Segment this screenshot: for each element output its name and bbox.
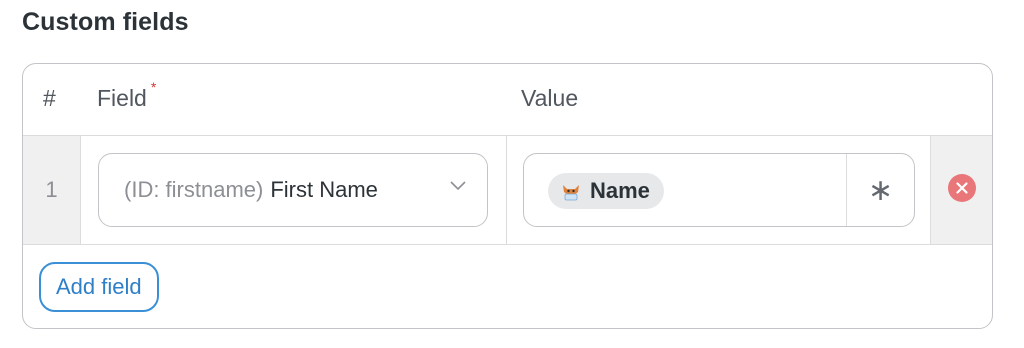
field-name-label: First Name <box>270 177 378 202</box>
chevron-down-icon <box>450 181 466 191</box>
section-title: Custom fields <box>22 8 189 36</box>
remove-row-button[interactable] <box>948 174 976 202</box>
table-header: # Field * Value <box>23 64 992 136</box>
value-cell: Name ∗ <box>507 136 931 244</box>
add-field-button[interactable]: Add field <box>39 262 159 312</box>
table-row: 1 (ID: firstname) First Name Name ∗ <box>23 136 992 245</box>
required-asterisk: * <box>150 79 157 95</box>
smart-tag-label: Name <box>590 178 650 203</box>
header-number: # <box>43 85 56 111</box>
value-input[interactable]: Name ∗ <box>523 153 915 227</box>
field-select[interactable]: (ID: firstname) First Name <box>98 153 488 227</box>
smart-tag-button[interactable]: ∗ <box>846 154 914 226</box>
field-cell: (ID: firstname) First Name <box>81 136 507 244</box>
field-id-label: (ID: firstname) <box>124 177 264 202</box>
header-value: Value <box>521 85 579 111</box>
row-number: 1 <box>23 136 81 244</box>
remove-cell <box>931 136 992 244</box>
close-icon <box>956 182 968 194</box>
custom-fields-table: # Field * Value 1 (ID: firstname) First N… <box>22 63 993 329</box>
header-field: Field * <box>97 79 156 112</box>
header-field-label: Field <box>97 85 147 111</box>
fox-mascot-icon <box>563 185 579 201</box>
smart-tag-name[interactable]: Name <box>548 173 664 209</box>
